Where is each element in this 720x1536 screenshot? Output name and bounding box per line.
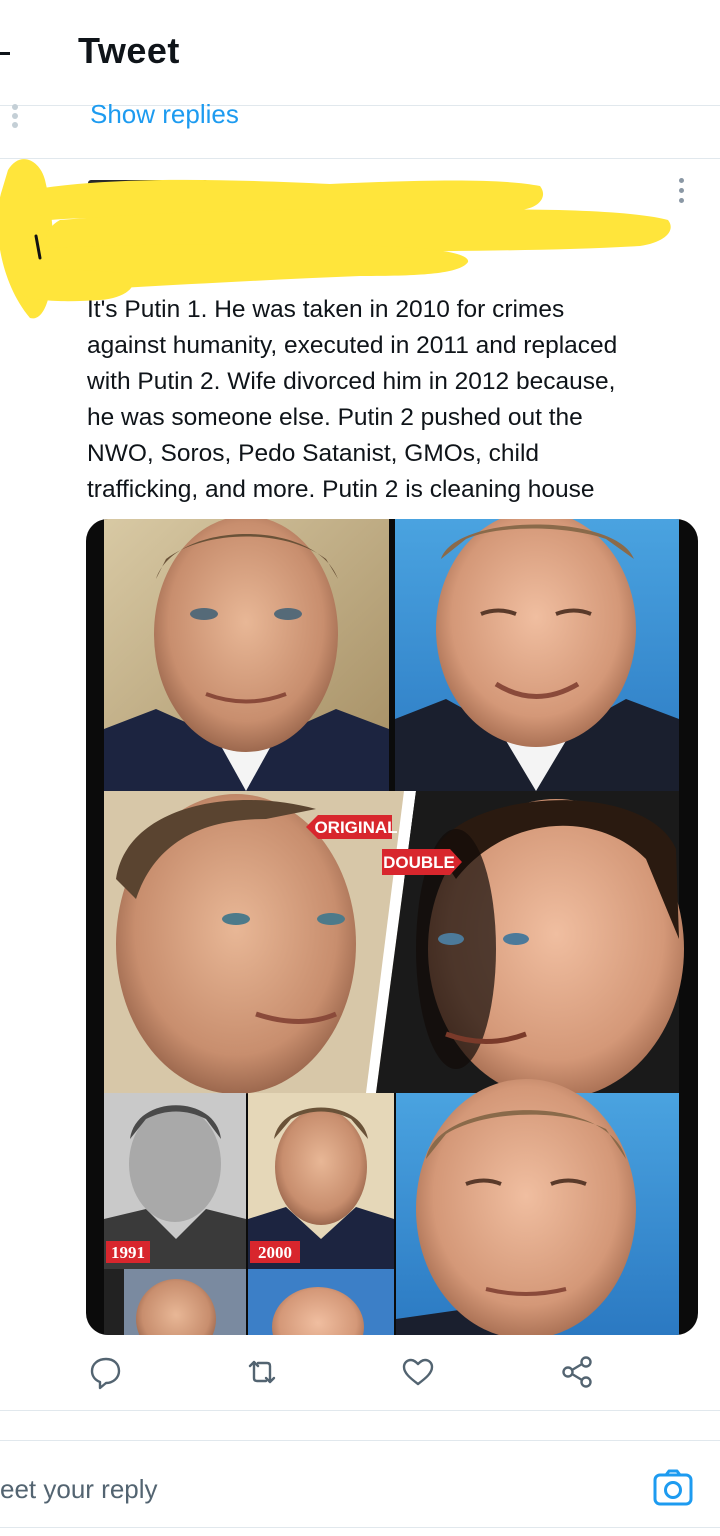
photo-small-bottom-middle <box>248 1269 394 1335</box>
tweet-action-bar <box>0 1350 720 1400</box>
reply-icon[interactable] <box>84 1350 128 1394</box>
share-icon[interactable] <box>556 1350 600 1394</box>
photo-1991: 1991 <box>104 1093 246 1269</box>
page-title: Tweet <box>78 30 180 71</box>
tweet-text-line: It's Putin 1. He was taken in 2010 for c… <box>87 296 565 323</box>
like-icon[interactable] <box>396 1350 440 1394</box>
svg-text:1991: 1991 <box>111 1243 145 1262</box>
photo-top-left <box>104 519 389 791</box>
tweet-text-line: with Putin 2. Wife divorced him in 2012 … <box>87 368 616 395</box>
svg-text:ORIGINAL: ORIGINAL <box>314 818 397 837</box>
svg-text:DOUBLE: DOUBLE <box>383 853 455 872</box>
tweet-text-line: trafficking, and more. Putin 2 is cleani… <box>87 476 595 503</box>
show-replies-link[interactable]: Show replies <box>90 99 239 130</box>
divider <box>0 1527 720 1528</box>
back-arrow-icon[interactable] <box>0 40 14 66</box>
replying-to-label[interactable]: Replying <box>87 216 184 245</box>
author-name-line[interactable] <box>88 176 538 202</box>
top-app-bar: Tweet <box>0 0 720 106</box>
tweet-text-line: against humanity, executed in 2011 and r… <box>87 332 618 359</box>
photo-double-profile <box>376 791 684 1099</box>
tweet-media-image[interactable]: ORIGINAL DOUBLE 1991 2000 <box>86 519 698 1335</box>
svg-text:2000: 2000 <box>258 1243 292 1262</box>
photo-2000: 2000 <box>248 1093 394 1269</box>
tweet-text-line: he was someone else. Putin 2 pushed out … <box>87 404 583 431</box>
thread-continuation-dots-icon <box>10 104 20 130</box>
camera-icon[interactable] <box>652 1469 694 1507</box>
label-original-arrow: ORIGINAL <box>306 815 398 839</box>
photo-small-bottom-left <box>104 1269 246 1335</box>
reply-composer <box>0 1440 720 1528</box>
photo-bottom-right <box>396 1079 679 1335</box>
divider <box>0 1410 720 1411</box>
tweet-text-line: NWO, Soros, Pedo Satanist, GMOs, child <box>87 440 540 467</box>
reply-input[interactable] <box>0 1469 560 1509</box>
tweet-text: It's Putin 1. He was taken in 2010 for c… <box>87 292 697 508</box>
more-options-icon[interactable] <box>676 178 686 208</box>
retweet-icon[interactable] <box>240 1350 284 1394</box>
label-double-arrow: DOUBLE <box>382 849 462 875</box>
divider <box>0 158 720 159</box>
photo-top-right <box>395 519 679 791</box>
